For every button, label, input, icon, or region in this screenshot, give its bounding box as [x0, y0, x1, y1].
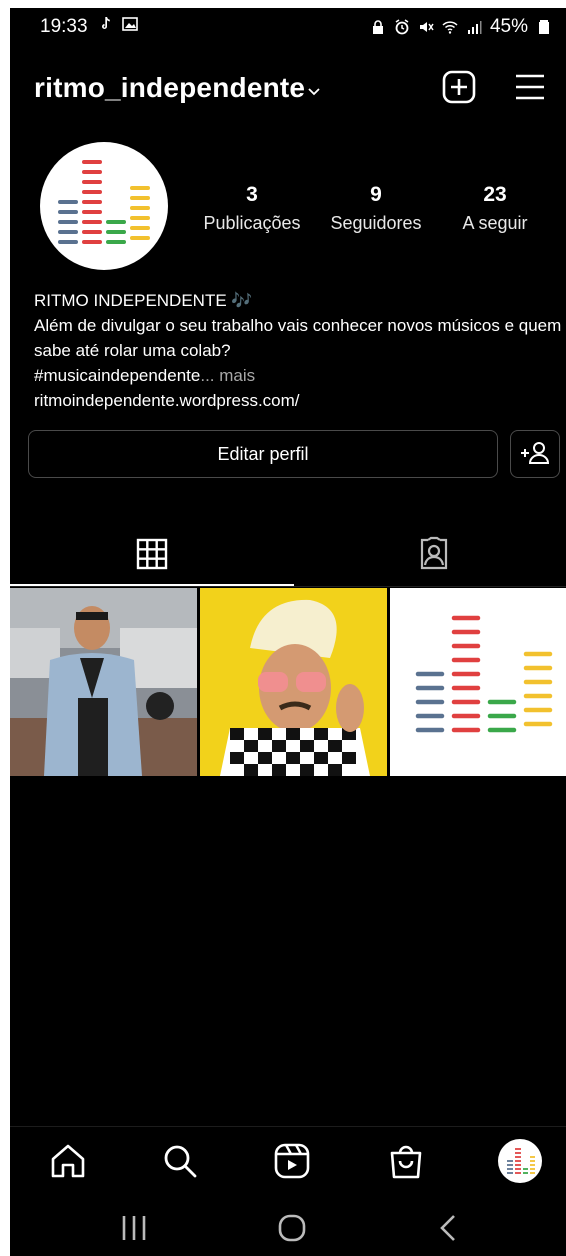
edit-profile-button[interactable]: Editar perfil: [28, 430, 498, 478]
tab-divider: [10, 586, 566, 587]
recents-icon[interactable]: [114, 1212, 154, 1244]
bio: RITMO INDEPENDENTE 🎶 Além de divulgar o …: [34, 288, 564, 413]
stat-posts-label: Publicações: [203, 213, 301, 233]
post-thumbnail-3[interactable]: [390, 588, 566, 776]
new-post-icon[interactable]: [442, 70, 476, 104]
battery-percent: 45%: [489, 16, 528, 37]
back-icon[interactable]: [430, 1212, 470, 1244]
post-image-equalizer-logo: [390, 588, 566, 776]
stat-posts-value: 3: [246, 183, 258, 206]
stat-followers-label: Seguidores: [330, 213, 422, 233]
bio-link[interactable]: ritmoindependente.wordpress.com/: [34, 388, 564, 413]
bottom-navigation: [10, 1126, 566, 1191]
bio-text: Além de divulgar o seu trabalho vais con…: [34, 316, 562, 360]
post-thumbnail-2[interactable]: [200, 588, 387, 776]
equalizer-logo-small: [507, 1148, 535, 1174]
tagged-icon[interactable]: [414, 534, 454, 574]
chevron-down-icon[interactable]: [308, 86, 320, 98]
equalizer-logo: [58, 160, 150, 244]
stat-followers-value: 9: [370, 183, 382, 206]
status-bar: 19:33 45%: [10, 8, 566, 44]
status-time: 19:33: [40, 16, 88, 37]
profile-avatar-nav[interactable]: [498, 1139, 542, 1183]
profile-header-bar: ritmo_independente: [10, 60, 566, 120]
menu-icon[interactable]: [514, 72, 546, 102]
system-navigation-bar: [10, 1198, 566, 1256]
add-person-icon: [521, 442, 550, 464]
music-notes-emoji: 🎶: [231, 291, 253, 310]
bio-name: RITMO INDEPENDENTE: [34, 291, 227, 310]
stat-following-value: 23: [483, 183, 507, 206]
posts-grid: [10, 588, 566, 776]
phone-screen: 19:33 45% ritmo_independente 3 Publicaçõ…: [10, 8, 566, 1256]
post-image-man-yellow: [200, 588, 387, 776]
edit-profile-label: Editar perfil: [217, 443, 309, 464]
gallery-icon: [122, 17, 138, 31]
post-thumbnail-1[interactable]: [10, 588, 197, 776]
discover-people-button[interactable]: [510, 430, 560, 478]
bio-hashtag[interactable]: #musicaindependente: [34, 366, 200, 385]
grid-icon[interactable]: [132, 534, 172, 574]
battery-icon: [539, 20, 549, 34]
profile-avatar[interactable]: [40, 142, 168, 270]
home-button-icon[interactable]: [272, 1212, 312, 1244]
stat-following-label: A seguir: [462, 213, 528, 233]
lock-icon: [372, 20, 383, 34]
alarm-icon: [395, 19, 409, 35]
username[interactable]: ritmo_independente: [34, 72, 305, 104]
post-image-man-denim: [10, 588, 197, 776]
search-icon[interactable]: [160, 1141, 200, 1181]
signal-icon: [467, 21, 482, 34]
stat-following[interactable]: 23 A seguir: [450, 182, 540, 238]
wifi-icon: [442, 21, 458, 34]
home-icon[interactable]: [48, 1141, 88, 1181]
stat-posts[interactable]: 3 Publicações: [202, 182, 302, 238]
tiktok-icon: [102, 17, 110, 29]
stat-followers[interactable]: 9 Seguidores: [324, 182, 428, 238]
shop-icon[interactable]: [386, 1141, 426, 1181]
reels-icon[interactable]: [272, 1141, 312, 1181]
mute-icon: [419, 22, 434, 32]
bio-more-link[interactable]: ... mais: [200, 366, 255, 385]
